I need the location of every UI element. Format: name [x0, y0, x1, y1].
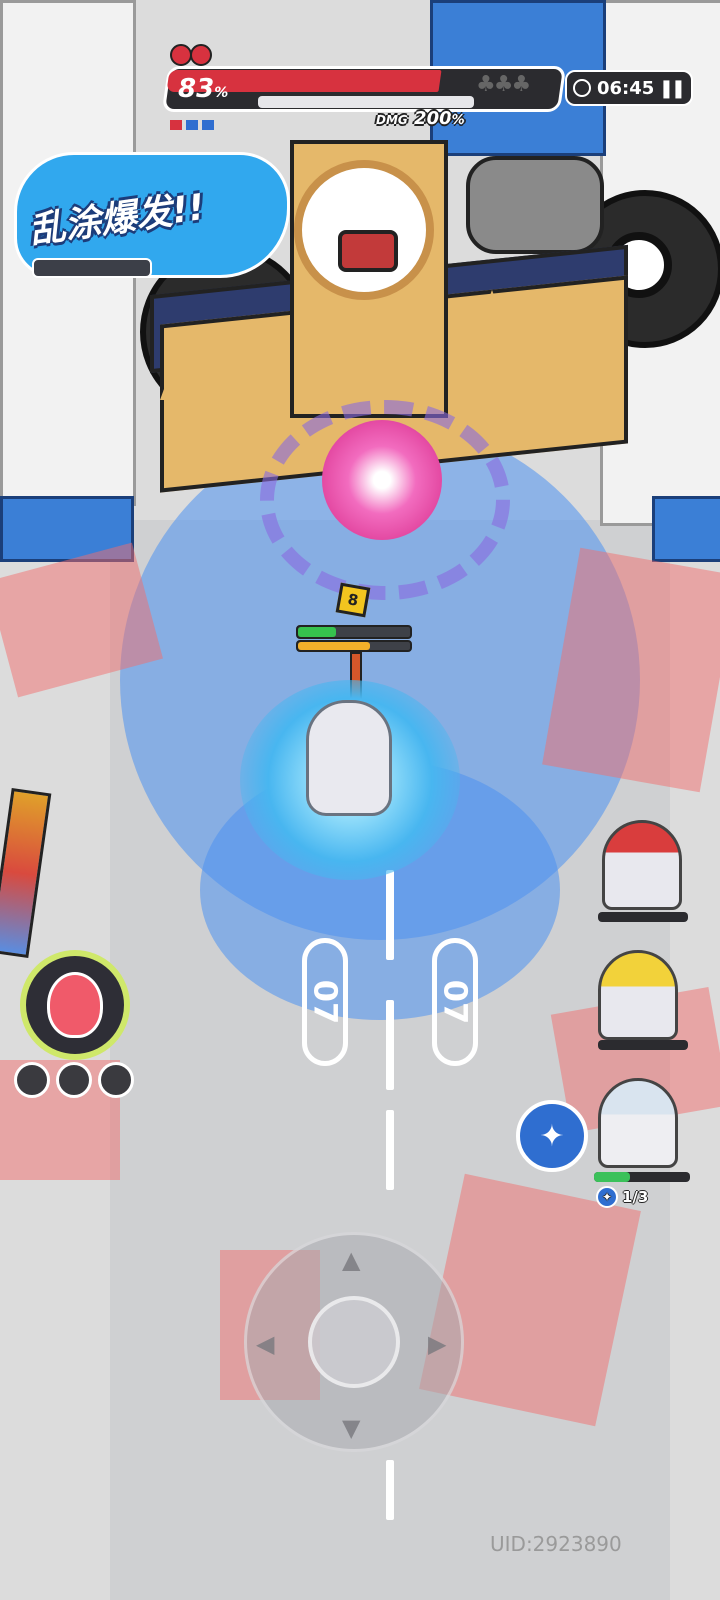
damage-multiplier: DMG 200% [376, 108, 465, 129]
boss-spire [240, 324, 284, 384]
joystick-up-arrow-icon: ▲ [342, 1246, 361, 1274]
ultimate-charges: ✦ 1/3 [596, 1186, 648, 1208]
boss-icon-cherries [170, 40, 216, 66]
boss-shield-bar [258, 96, 474, 108]
boss-spire [470, 290, 514, 350]
hero-character [306, 700, 392, 816]
lane-dash [386, 1460, 394, 1520]
weapon-staff-icon [0, 788, 52, 958]
joystick-left-arrow-icon: ◀ [256, 1330, 275, 1358]
party-member-2[interactable] [598, 950, 678, 1040]
party-member-1[interactable] [602, 820, 682, 910]
skill-charge-slot [56, 1062, 92, 1098]
party-member-2-health [598, 1040, 688, 1050]
clock-icon [573, 79, 591, 97]
clover-icon: ♣♣♣ [476, 72, 531, 97]
right-blue-wall [652, 496, 720, 562]
lane-dash [386, 870, 394, 960]
lane-dash [386, 1110, 394, 1190]
lane-dash [386, 1000, 394, 1090]
timer-text: 06:45 [597, 77, 655, 99]
boss-clock-face [294, 160, 434, 300]
pause-icon[interactable]: ❚❚ [659, 78, 686, 99]
joystick-knob[interactable] [308, 1296, 400, 1388]
skill-charge-slot [14, 1062, 50, 1098]
joystick-down-arrow-icon: ▼ [342, 1414, 361, 1442]
battle-timer: 06:45 ❚❚ [565, 70, 693, 106]
butterfly-icon: ✦ [596, 1186, 618, 1208]
boss-spire [160, 340, 204, 400]
party-member-3-health-fill [594, 1172, 630, 1182]
party-member-3[interactable] [598, 1078, 678, 1168]
hero-level-badge: 8 [335, 582, 371, 618]
boss-spire [548, 300, 592, 360]
lane-marker-left: 07 [302, 938, 348, 1066]
ultimate-skill-button[interactable]: ✦ [516, 1100, 588, 1172]
butterfly-icon: ✦ [539, 1118, 565, 1154]
charges-text: 1/3 [622, 1188, 649, 1206]
skill-charge-slot [98, 1062, 134, 1098]
boss-phase-pips [170, 120, 214, 132]
user-id: UID:2923890 [490, 1532, 622, 1556]
boss-claw-arm [466, 156, 604, 254]
hero-health-fill [298, 627, 336, 637]
joystick-right-arrow-icon: ▶ [428, 1330, 447, 1358]
skill-button[interactable] [20, 950, 130, 1060]
scribble-burst-gauge [32, 258, 152, 278]
pink-energy-orb [322, 420, 442, 540]
party-member-1-health [598, 912, 688, 922]
lane-marker-right: 07 [432, 938, 478, 1066]
boss-health-percent: 83% [178, 74, 229, 104]
hero-energy-fill [298, 642, 370, 650]
flame-icon [47, 972, 103, 1038]
